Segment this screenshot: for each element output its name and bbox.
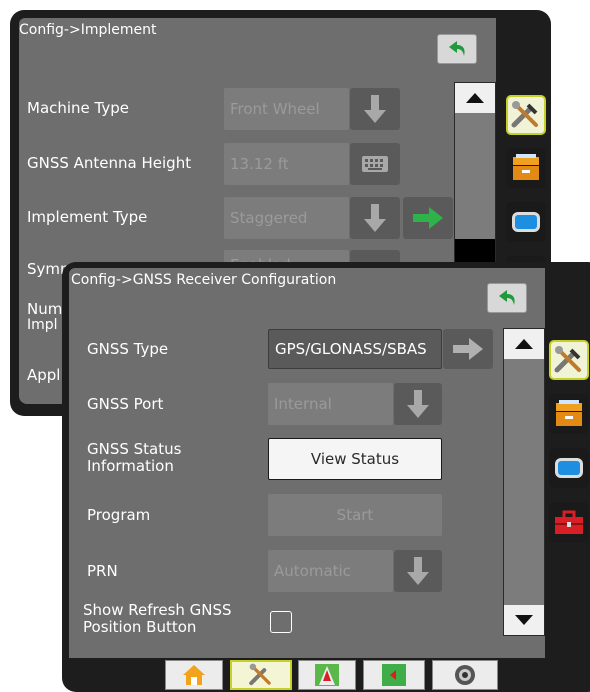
toolbox-icon [555, 510, 583, 534]
tools-tab[interactable] [549, 340, 589, 380]
gnss-status-label: GNSS Status Information [87, 440, 182, 475]
home-icon [183, 665, 205, 685]
implement-type-value: Staggered [230, 209, 308, 227]
gnss-port-value: Internal [274, 395, 332, 413]
machine-type-value: Front Wheel [230, 100, 320, 118]
camera-tab[interactable] [432, 660, 498, 690]
machine-type-dropdown[interactable] [350, 88, 400, 130]
gnss-type-next-button[interactable] [443, 329, 493, 369]
camera-icon [455, 665, 475, 685]
gnss-type-field: GPS/GLONASS/SBAS [268, 329, 442, 369]
console-icon [555, 458, 583, 478]
gnss-port-dropdown[interactable] [394, 383, 442, 425]
up-arrow-icon [515, 339, 533, 349]
page-title: Config->GNSS Receiver Configuration [71, 272, 337, 288]
machine-type-field: Front Wheel [224, 88, 349, 130]
gnss-port-label: GNSS Port [87, 395, 164, 413]
gnss-type-value: GPS/GLONASS/SBAS [275, 340, 427, 358]
implement-type-next-button[interactable] [403, 197, 453, 239]
back-arrow-icon [449, 41, 465, 56]
prn-label: PRN [87, 562, 118, 580]
home-tab[interactable] [165, 660, 223, 690]
gnss-type-label: GNSS Type [87, 340, 169, 358]
prn-dropdown[interactable] [394, 550, 442, 592]
tools-tab[interactable] [506, 95, 546, 135]
console-icon [512, 212, 540, 232]
machine-type-label: Machine Type [27, 99, 130, 117]
down-arrow-icon [407, 390, 429, 418]
scroll-up-button[interactable] [455, 83, 495, 113]
drawer-icon [556, 400, 582, 426]
keyboard-icon [362, 156, 388, 172]
field-icon [382, 664, 406, 686]
tools-icon [249, 663, 271, 686]
scroll-up-button[interactable] [504, 329, 544, 359]
back-arrow-icon [499, 290, 515, 305]
down-arrow-icon [364, 204, 386, 232]
tools-icon [554, 346, 581, 373]
program-label: Program [87, 506, 151, 524]
gnss-antenna-height-value: 13.12 ft [230, 155, 289, 173]
implement-type-label: Implement Type [27, 208, 148, 226]
up-arrow-icon [466, 93, 484, 103]
guidance-icon [315, 664, 339, 686]
program-start-label: Start [336, 506, 374, 524]
tools-icon [511, 101, 538, 128]
keyboard-button[interactable] [350, 143, 400, 185]
console-tab[interactable] [506, 202, 546, 242]
right-arrow-icon [453, 338, 483, 360]
gnss-scrollbar[interactable] [503, 328, 545, 636]
toolbox-tab[interactable] [549, 502, 589, 542]
drawer-tab[interactable] [506, 148, 546, 188]
implement-type-dropdown[interactable] [350, 197, 400, 239]
drawer-tab[interactable] [549, 394, 589, 434]
program-start-button[interactable]: Start [268, 494, 442, 536]
prn-field: Automatic [268, 550, 393, 592]
application-label: Appl [27, 366, 61, 384]
down-arrow-icon [407, 557, 429, 585]
gnss-port-field: Internal [268, 383, 393, 425]
right-arrow-icon [413, 207, 443, 229]
down-arrow-icon [515, 615, 533, 625]
view-status-label: View Status [310, 450, 400, 468]
view-status-button[interactable]: View Status [268, 438, 442, 480]
num-implement-label-2: Impl [27, 317, 58, 333]
gnss-antenna-height-field: 13.12 ft [224, 143, 349, 185]
gnss-panel: Config->GNSS Receiver Configuration GNSS… [69, 268, 545, 658]
num-implement-label: Num [27, 300, 63, 318]
back-button[interactable] [487, 283, 527, 313]
tools-bottom-tab[interactable] [230, 660, 292, 690]
gnss-antenna-height-label: GNSS Antenna Height [27, 154, 192, 172]
prn-value: Automatic [274, 562, 351, 580]
field-tab[interactable] [363, 660, 425, 690]
show-refresh-label: Show Refresh GNSS Position Button [83, 601, 232, 636]
gnss-window: Config->GNSS Receiver Configuration GNSS… [62, 262, 590, 692]
down-arrow-icon [364, 95, 386, 123]
show-refresh-checkbox[interactable] [270, 611, 292, 633]
page-title: Config->Implement [19, 22, 157, 38]
scroll-down-button[interactable] [504, 605, 544, 635]
implement-type-field: Staggered [224, 197, 349, 239]
console-tab[interactable] [549, 448, 589, 488]
drawer-icon [513, 154, 539, 180]
guidance-tab[interactable] [298, 660, 356, 690]
back-button[interactable] [437, 34, 477, 64]
